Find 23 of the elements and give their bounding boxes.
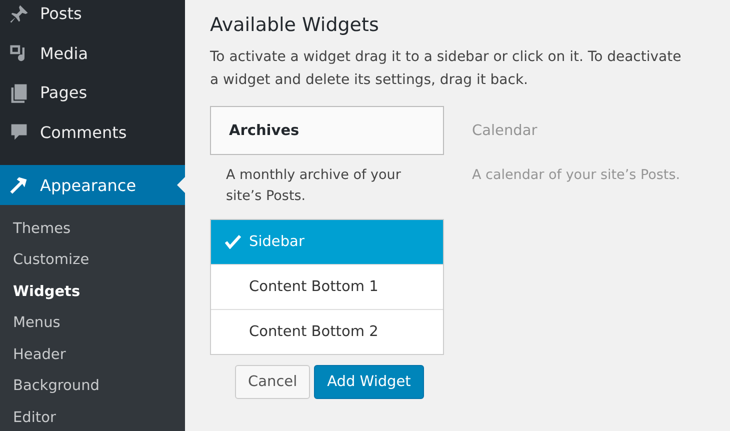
sidebar-option[interactable]: Content Bottom 2 [211,309,443,354]
widget-description: A calendar of your site’s Posts. [472,166,682,185]
menu-item[interactable]: Pages [0,73,185,112]
submenu-item[interactable]: Widgets [0,276,185,308]
pin-icon [8,2,30,25]
menu-item[interactable]: Comments [0,112,185,152]
section-title: Available Widgets [210,14,380,36]
submenu-item[interactable]: Themes [0,213,185,244]
add-widget-button[interactable]: Add Widget [314,365,424,399]
sidebar-option[interactable]: Content Bottom 1 [211,264,443,309]
submenu-item[interactable]: Header [0,339,185,370]
submenu-item[interactable]: Editor [0,402,185,431]
submenu-item[interactable]: Customize [0,244,185,276]
cancel-button[interactable]: Cancel [235,365,310,399]
menu-item[interactable]: Appearance [0,165,185,205]
submenu-item[interactable]: Background [0,370,185,402]
widget-description: A monthly archive of your site’s Posts. [226,166,402,206]
menu-item[interactable]: Media [0,34,185,73]
menu-item[interactable]: Posts [0,0,185,34]
submenu-item[interactable]: Menus [0,308,185,339]
section-description: To activate a widget drag it to a sidebar or click on it. To deactivate a widget and delete its settings, drag it back. [210,48,682,90]
checkmark-icon [225,235,241,249]
widget-title[interactable]: Archives [210,106,444,155]
